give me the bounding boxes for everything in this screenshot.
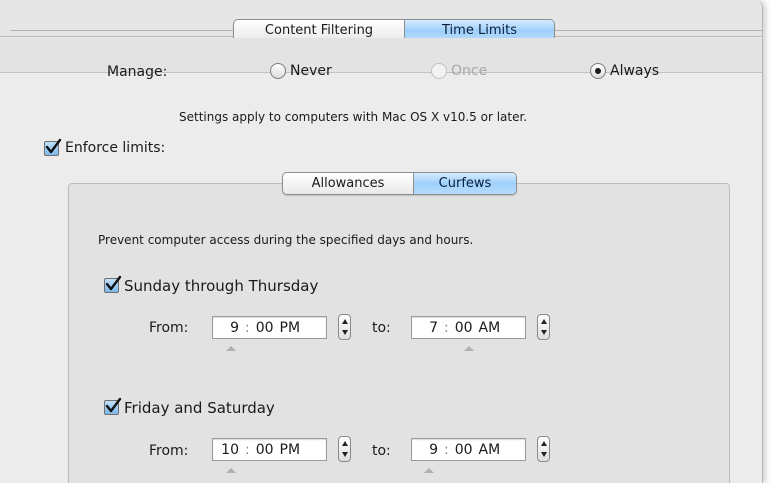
checkmark-icon <box>105 275 122 291</box>
hour-value[interactable]: 10 <box>213 442 239 458</box>
manage-label: Manage: <box>107 64 168 80</box>
minute-value[interactable]: 00 <box>256 442 274 458</box>
field-caret-icon <box>464 346 474 351</box>
ampm-value[interactable]: AM <box>479 442 501 458</box>
settings-note: Settings apply to computers with Mac OS … <box>179 110 528 124</box>
time-separator: : <box>444 319 449 336</box>
radio-icon[interactable] <box>590 63 606 79</box>
radio-once-label: Once <box>451 63 488 79</box>
ampm-value[interactable]: PM <box>280 320 301 336</box>
time-separator: : <box>245 441 250 458</box>
field-caret-icon <box>226 346 236 351</box>
ampm-value[interactable]: PM <box>280 442 301 458</box>
hour-value[interactable]: 9 <box>412 442 438 458</box>
stepper-arrows-icon[interactable] <box>338 436 351 462</box>
stepper-arrows-icon[interactable] <box>537 436 550 462</box>
from-label: From: <box>149 320 189 336</box>
minute-value[interactable]: 00 <box>455 320 473 336</box>
minute-value[interactable]: 00 <box>256 320 274 336</box>
radio-icon <box>431 63 447 79</box>
radio-always-label: Always <box>610 63 660 79</box>
weekend-from-time-field[interactable]: 10 : 00 PM <box>212 438 327 461</box>
sunday-thursday-label: Sunday through Thursday <box>124 277 319 295</box>
radio-once: Once <box>431 63 487 79</box>
radio-never[interactable]: Never <box>270 63 332 79</box>
enforce-limits-checkbox[interactable] <box>44 138 62 156</box>
checkmark-icon <box>105 397 122 413</box>
time-separator: : <box>444 441 449 458</box>
time-separator: : <box>245 319 250 336</box>
radio-icon[interactable] <box>270 63 286 79</box>
to-label: to: <box>372 320 391 336</box>
hour-value[interactable]: 7 <box>412 320 438 336</box>
to-label: to: <box>372 443 391 459</box>
radio-always[interactable]: Always <box>590 63 659 79</box>
from-label: From: <box>149 443 189 459</box>
weekend-to-time-field[interactable]: 9 : 00 AM <box>411 438 526 461</box>
parental-controls-window: Content Filtering Time Limits Manage: Ne… <box>0 0 763 483</box>
ampm-value[interactable]: AM <box>479 320 501 336</box>
friday-saturday-checkbox[interactable] <box>104 397 122 415</box>
stepper-arrows-icon[interactable] <box>338 314 351 340</box>
enforce-limits-label: Enforce limits: <box>65 140 166 156</box>
field-caret-icon <box>424 468 434 473</box>
minute-value[interactable]: 00 <box>455 442 473 458</box>
radio-never-label: Never <box>290 63 332 79</box>
weeknight-to-time-field[interactable]: 7 : 00 AM <box>411 316 526 339</box>
hour-value[interactable]: 9 <box>213 320 239 336</box>
stepper-arrows-icon[interactable] <box>537 314 550 340</box>
checkmark-icon <box>45 138 62 154</box>
sub-tab-control: Allowances Curfews <box>282 172 517 195</box>
field-caret-icon <box>226 468 236 473</box>
sunday-thursday-checkbox[interactable] <box>104 275 122 293</box>
friday-saturday-label: Friday and Saturday <box>124 399 275 417</box>
tab-curfews[interactable]: Curfews <box>413 173 516 194</box>
weeknight-from-time-field[interactable]: 9 : 00 PM <box>212 316 327 339</box>
curfew-description: Prevent computer access during the speci… <box>98 233 474 247</box>
tab-allowances[interactable]: Allowances <box>283 173 413 194</box>
